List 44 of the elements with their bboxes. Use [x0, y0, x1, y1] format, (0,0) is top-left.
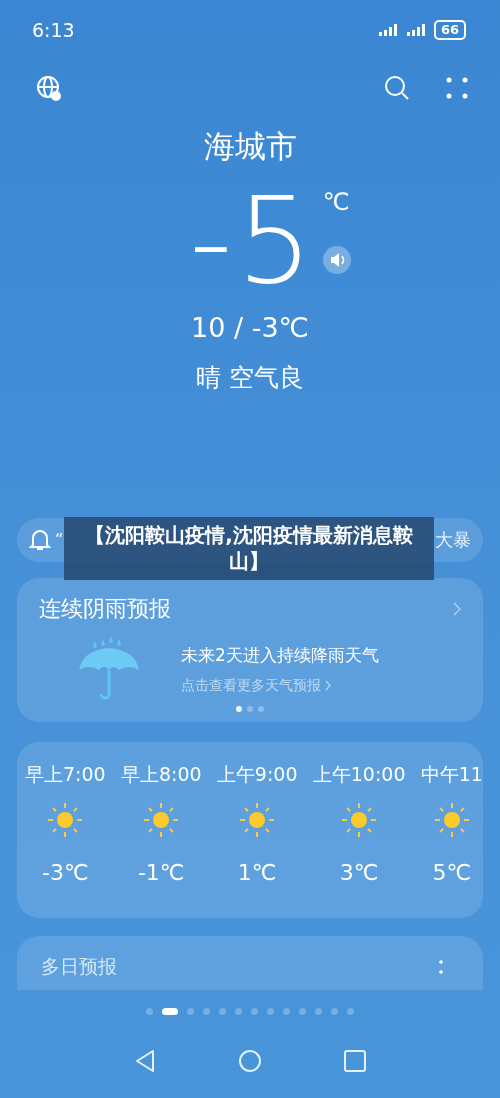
- overlay-banner: 【沈阳鞍山疫情,沈阳疫情最新消息鞍山】: [64, 517, 434, 580]
- sun-icon: [433, 802, 470, 838]
- search-icon[interactable]: [384, 75, 410, 101]
- rain-headline: 未来2天进入持续降雨天气: [181, 643, 379, 667]
- hour-label: 中午11: [420, 762, 483, 787]
- alert-text: “: [55, 532, 64, 548]
- chevron-right-icon: [453, 602, 461, 616]
- hour-label: 上午10:00: [312, 762, 406, 787]
- hour-label: 早上7:00: [25, 762, 106, 787]
- umbrella-icon: [77, 636, 141, 702]
- hour-temperature: 5℃: [432, 860, 472, 885]
- rain-forecast-card[interactable]: 连续阴雨预报 未来2天进入持续降雨天气 点击查看更多天气预报: [17, 578, 483, 722]
- chevron-right-icon: [325, 680, 331, 691]
- signal-icon: [377, 24, 398, 36]
- sun-icon: [239, 802, 276, 838]
- current-temperature: -5: [189, 176, 317, 306]
- battery-level: 66: [433, 20, 466, 40]
- sun-icon: [341, 802, 378, 838]
- recents-icon[interactable]: [344, 1050, 366, 1072]
- status-time: 6:13: [32, 19, 75, 41]
- city-name: 海城市: [203, 127, 297, 166]
- temperature-range: 10 / -3℃: [191, 312, 309, 343]
- signal-icon: [405, 24, 426, 36]
- more-icon[interactable]: [439, 959, 443, 975]
- speaker-icon[interactable]: [322, 246, 351, 274]
- weather-condition: 晴 空气良: [196, 362, 304, 394]
- card-title: 连续阴雨预报: [39, 595, 171, 623]
- more-forecast-link[interactable]: 点击查看更多天气预报: [181, 676, 321, 695]
- hour-temperature: 1℃: [237, 860, 277, 885]
- back-icon[interactable]: [134, 1049, 156, 1073]
- card-title: 多日预报: [41, 954, 117, 979]
- hour-temperature: -1℃: [137, 860, 185, 885]
- temperature-unit: ℃: [322, 188, 350, 216]
- bell-icon: [29, 528, 51, 552]
- hour-temperature: -3℃: [42, 860, 89, 885]
- hour-label: 上午9:00: [216, 762, 298, 787]
- sun-icon: [143, 802, 180, 838]
- hour-temperature: 3℃: [339, 860, 379, 885]
- home-icon[interactable]: [238, 1049, 262, 1073]
- hour-label: 早上8:00: [120, 762, 202, 787]
- more-icon[interactable]: [446, 77, 468, 99]
- alert-text: 大暴: [435, 528, 471, 552]
- sun-icon: [47, 802, 84, 838]
- globe-cloud-icon[interactable]: [35, 74, 63, 102]
